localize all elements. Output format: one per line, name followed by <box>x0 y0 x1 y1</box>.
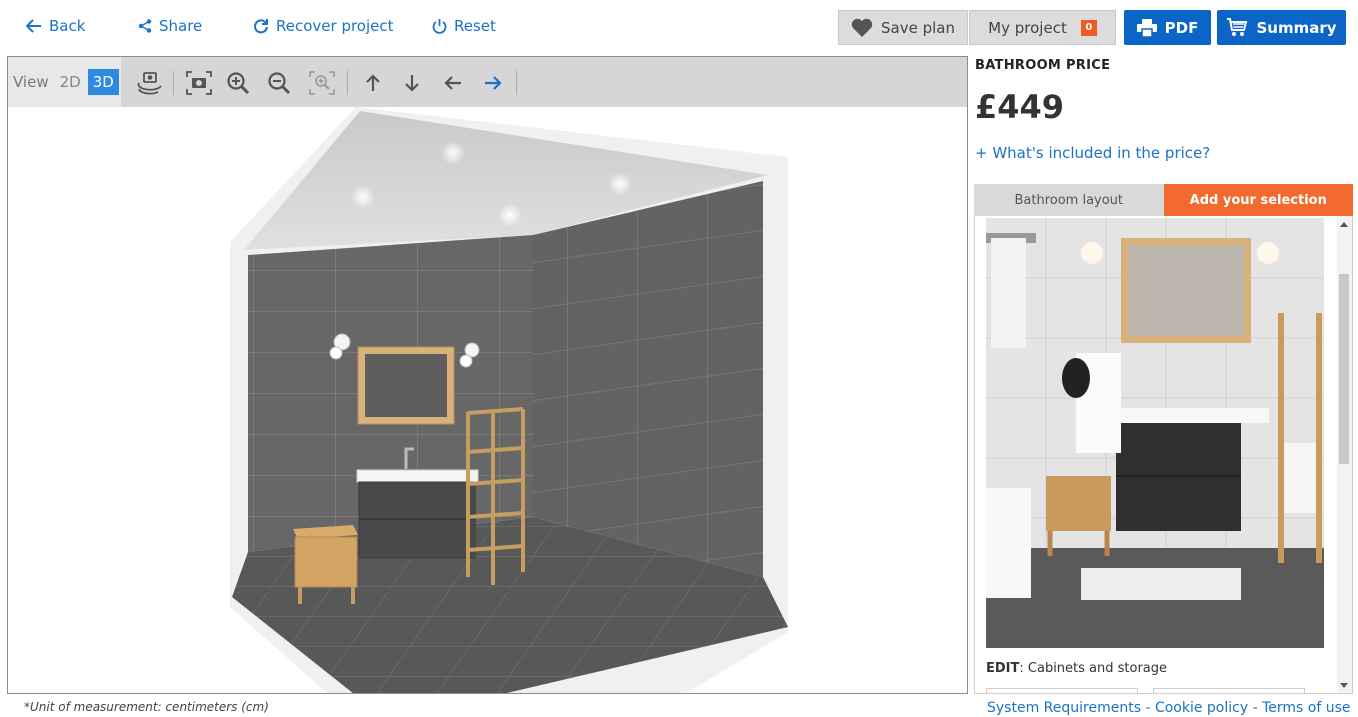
recover-project-button[interactable]: Recover project <box>253 17 394 35</box>
move-down-button[interactable] <box>397 69 427 97</box>
zoom-fit-button[interactable] <box>307 69 337 97</box>
bathroom-3d-scene <box>230 107 788 693</box>
price-heading: BATHROOM PRICE <box>975 58 1111 73</box>
ceiling-light <box>498 203 522 227</box>
save-plan-label: Save plan <box>881 18 955 37</box>
scrollbar-thumb[interactable] <box>1339 274 1349 464</box>
shopping-cart-icon <box>1227 18 1248 36</box>
whats-included-link[interactable]: + What's included in the price? <box>975 144 1210 162</box>
move-up-button[interactable] <box>358 69 388 97</box>
zoom-in-button[interactable] <box>223 69 253 97</box>
arrow-left-icon <box>26 19 41 33</box>
move-right-button[interactable] <box>478 69 508 97</box>
cookie-policy-link[interactable]: Cookie policy <box>1155 700 1248 716</box>
footer-separator: - <box>1141 700 1155 716</box>
my-project-label: My project <box>988 18 1067 37</box>
back-label: Back <box>49 17 86 35</box>
my-project-button[interactable]: My project 0 <box>969 10 1116 45</box>
arrow-down-icon <box>405 75 419 92</box>
reset-button[interactable]: Reset <box>432 17 496 35</box>
arrow-up-icon <box>366 74 380 91</box>
rotate-camera-icon <box>137 72 162 95</box>
selection-panel: EDIT: Cabinets and storage <box>974 216 1353 694</box>
project-count-badge: 0 <box>1080 19 1097 36</box>
tab-add-selection[interactable]: Add your selection <box>1163 184 1353 216</box>
system-requirements-link[interactable]: System Requirements <box>987 700 1141 716</box>
edit-category: EDIT: Cabinets and storage <box>986 661 1167 676</box>
washbasin <box>356 469 479 483</box>
arrow-left-icon <box>444 76 461 90</box>
footer-links: System Requirements - Cookie policy - Te… <box>987 700 1351 716</box>
refresh-icon <box>254 19 268 34</box>
tab-bathroom-layout[interactable]: Bathroom layout <box>974 184 1164 216</box>
toolbar-divider <box>347 71 348 95</box>
product-card[interactable] <box>986 688 1138 693</box>
snapshot-button[interactable] <box>184 69 214 97</box>
pdf-button[interactable]: PDF <box>1124 10 1211 45</box>
ceiling-light <box>351 185 375 209</box>
bathroom-inspiration-photo[interactable] <box>986 218 1324 648</box>
summary-label: Summary <box>1256 18 1337 37</box>
heart-icon <box>851 18 873 37</box>
move-left-button[interactable] <box>438 69 468 97</box>
share-button[interactable]: Share <box>138 17 202 35</box>
footer-separator: - <box>1248 700 1263 716</box>
view-3d-button[interactable]: 3D <box>87 69 119 95</box>
terms-of-use-link[interactable]: Terms of use <box>1262 700 1350 716</box>
camera-icon <box>186 71 212 95</box>
ceiling-light <box>608 172 632 196</box>
printer-icon <box>1136 18 1157 37</box>
ceiling-light <box>441 141 465 165</box>
save-plan-button[interactable]: Save plan <box>838 10 968 45</box>
scroll-down-arrow-icon[interactable] <box>1340 683 1348 688</box>
pdf-label: PDF <box>1164 18 1199 37</box>
zoom-out-icon <box>268 72 291 95</box>
edit-prefix: EDIT <box>986 661 1020 676</box>
right-wall <box>533 181 763 577</box>
toolbar-divider <box>516 71 517 95</box>
panel-scrollbar[interactable] <box>1337 216 1352 693</box>
share-label: Share <box>159 17 203 35</box>
product-card[interactable] <box>1153 688 1305 693</box>
edit-value: : Cabinets and storage <box>1019 661 1168 676</box>
reset-label: Reset <box>454 17 496 35</box>
top-toolbar: Back Share Recover project Reset Save pl… <box>0 0 1358 56</box>
mirror-glass <box>365 354 447 417</box>
panel-tabs: Bathroom layout Add your selection <box>974 184 1353 216</box>
back-button[interactable]: Back <box>26 17 85 35</box>
toolbar-divider <box>173 71 174 95</box>
view-label: View <box>13 73 49 91</box>
summary-button[interactable]: Summary <box>1217 10 1346 45</box>
zoom-out-button[interactable] <box>264 69 294 97</box>
view-mode-toggle: View 2D 3D <box>8 57 121 107</box>
recover-project-label: Recover project <box>276 17 394 35</box>
zoom-fit-icon <box>309 71 335 95</box>
scroll-up-arrow-icon[interactable] <box>1340 222 1348 227</box>
price-value: £449 <box>975 88 1065 126</box>
power-icon <box>432 19 447 34</box>
rotate-camera-button[interactable] <box>135 69 165 97</box>
view-2d-button[interactable]: 2D <box>57 71 84 93</box>
viewer-toolbar: View 2D 3D <box>8 57 967 107</box>
zoom-in-icon <box>227 72 250 95</box>
room-viewer[interactable]: View 2D 3D <box>7 56 968 694</box>
unit-note: *Unit of measurement: centimeters (cm) <box>24 700 269 714</box>
share-icon <box>138 19 152 33</box>
arrow-right-icon <box>485 76 502 90</box>
